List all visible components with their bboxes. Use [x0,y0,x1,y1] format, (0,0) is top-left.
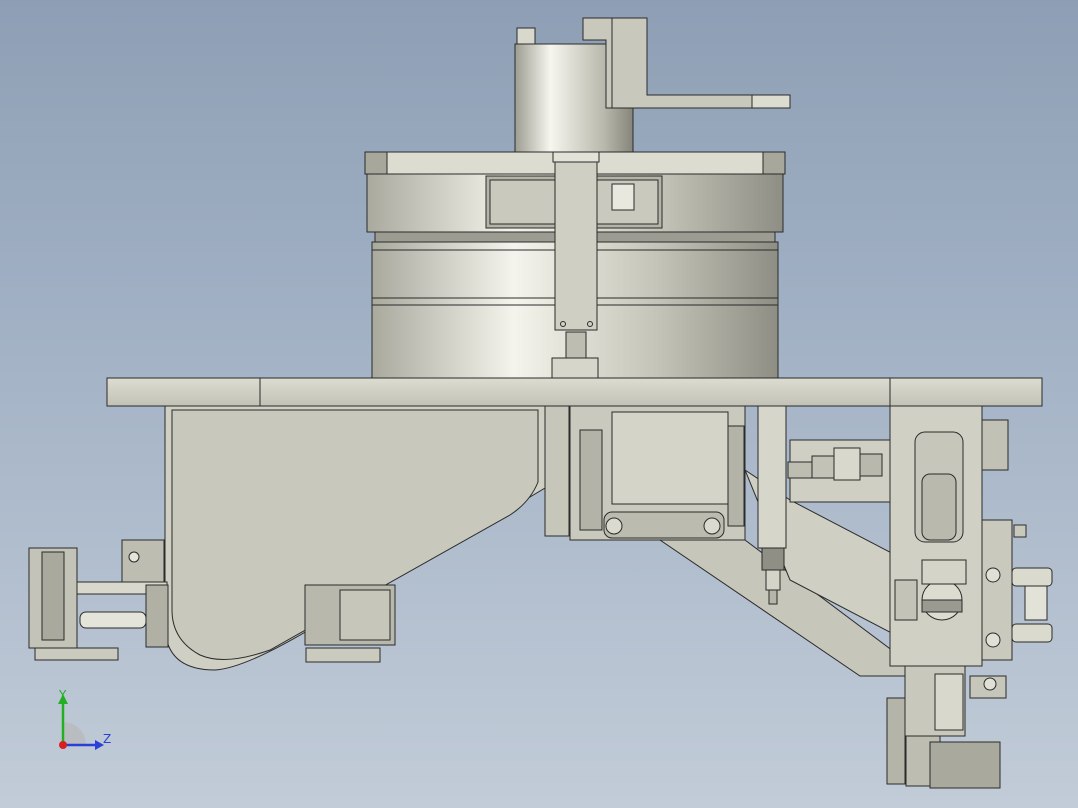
axis-triad: Y Z [58,688,111,750]
lower-pads [304,584,396,663]
cad-viewport[interactable]: Y Z [0,0,1078,808]
left-gripper [28,539,169,661]
pneumatic-fitting [787,439,891,503]
triad-plane-sector [63,722,86,745]
x-axis-marker [59,741,67,749]
centre-motor-block [569,405,746,541]
z-axis-label: Z [103,732,111,746]
y-axis-label: Y [58,688,67,702]
assembly-drawing: Y Z [28,17,1053,789]
right-lower-jaw [886,665,1007,789]
right-gripper-body [889,405,1013,667]
push-in-fittings [1011,524,1053,643]
top-bracket [582,17,791,109]
base-plate [106,377,1043,407]
locking-arm [551,151,600,405]
